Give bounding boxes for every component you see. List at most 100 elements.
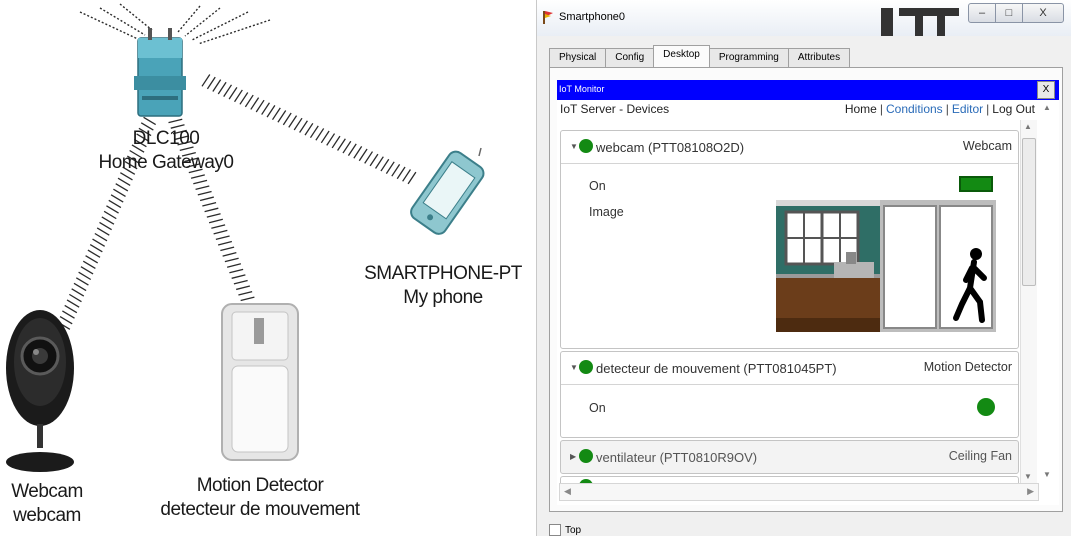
tab-attributes[interactable]: Attributes [787,48,851,68]
cable-segment [244,94,254,108]
tab-programming[interactable]: Programming [708,48,789,68]
outer-scroll-up-icon[interactable]: ▲ [1043,103,1051,112]
cable-segment [353,146,363,159]
cable-segment [212,79,222,92]
cable-segment [96,227,110,236]
cable-segment [238,290,253,296]
scroll-up-icon[interactable]: ▲ [1024,122,1032,131]
cable-segment [106,205,119,214]
cable-segment [101,216,115,225]
iot-monitor-titlebar: IoT Monitor X [557,80,1059,100]
field-label-image: Image [589,205,624,219]
tab-config[interactable]: Config [605,48,655,68]
smartphone-icon[interactable] [395,146,495,246]
cable-segment [89,244,103,253]
cable-segment [208,218,223,224]
motion-detector-icon[interactable] [218,300,302,464]
cable-segment [347,143,357,157]
expand-caret-icon[interactable]: ▼ [570,142,578,151]
window-titlebar[interactable]: Smartphone0 – □ X [537,0,1071,36]
nav-separator: | [879,102,883,116]
device-type: Motion Detector [923,360,1012,374]
cable-segment [199,196,214,202]
cable-segment [213,229,228,235]
cable-segment [288,115,298,128]
minimize-button[interactable]: – [968,3,996,23]
cable-segment [110,194,124,203]
top-checkbox-label: Top [565,524,582,536]
device-name: ventilateur (PTT0810R9OV) [596,450,758,465]
expand-caret-icon[interactable]: ▶ [570,452,576,461]
tab-physical[interactable]: Physical [549,48,607,68]
webcam-icon[interactable] [0,302,80,474]
cable-segment [206,76,216,90]
nav-separator: | [945,102,949,116]
cable-segment [236,285,251,291]
gateway-label-name: Home Gateway0 [98,152,234,173]
home-gateway-icon[interactable] [128,24,192,124]
expand-caret-icon[interactable]: ▼ [570,363,578,372]
cable-segment [223,84,233,97]
smartphone-window: Smartphone0 – □ X Physical Config Deskto… [536,0,1071,536]
nav-editor-link[interactable]: Editor [952,102,983,116]
cable-segment [309,125,319,139]
cable-segment [277,110,287,123]
top-checkbox[interactable]: Top [549,524,581,536]
network-topology: DLC100 Home Gateway0 SMARTPHONE-PT My ph… [0,0,540,536]
cable-segment [75,277,89,286]
smartphone-label-name: My phone [403,287,483,308]
on-toggle[interactable] [959,176,993,192]
cable-segment [342,140,352,154]
tab-desktop[interactable]: Desktop [653,45,710,68]
cable-segment [217,240,233,246]
cable-segment [204,207,219,213]
horizontal-scrollbar[interactable]: ◀ ▶ [559,483,1039,501]
cable-segment [217,81,227,95]
scrollbar-thumb[interactable] [1022,138,1036,286]
cable-segment [85,255,99,264]
cable-segment [113,188,126,198]
scroll-down-icon[interactable]: ▼ [1024,472,1032,481]
cable-segment [337,138,346,151]
cable-segment [385,161,395,174]
cable-segment [92,238,106,247]
device-card-header[interactable]: ▶ ventilateur (PTT0810R9OV) Ceiling Fan [561,441,1018,473]
cable-segment [374,156,384,169]
scroll-right-icon[interactable]: ▶ [1027,486,1034,497]
cable-segment [94,232,108,242]
cable-segment [80,266,94,275]
cable-segment [103,210,117,220]
page-header: IoT Server - Devices [560,102,670,116]
webcam-label: Webcam webcam [11,480,83,528]
device-card-header[interactable]: ▼ webcam (PTT08108O2D) Webcam [561,131,1018,164]
outer-scroll-down-icon[interactable]: ▼ [1043,470,1051,479]
cable-segment [299,120,308,133]
webcam-label-type: Webcam [11,481,83,502]
cable-segment [195,185,210,190]
nav-logout-link[interactable]: Log Out [992,102,1035,116]
nav-home-link[interactable]: Home [845,102,877,116]
cable-segment [202,201,217,207]
device-card-ceiling-fan: ▶ ventilateur (PTT0810R9OV) Ceiling Fan [560,440,1019,474]
window-background-artifact [881,8,959,36]
cable-segment [226,263,242,268]
cable-segment [293,117,303,131]
cable-segment [320,130,330,144]
top-checkbox-box[interactable] [549,524,561,536]
device-list-scrollbar[interactable]: ▲ ▼ [1020,120,1037,483]
iot-monitor-page: IoT Server - Devices Home | Conditions | Edi… [557,100,1059,505]
close-button[interactable]: X [1022,3,1064,23]
cable-segment [220,246,235,252]
scroll-left-icon[interactable]: ◀ [564,486,571,497]
cable-segment [369,153,379,167]
gateway-label-model: DLC100 [132,128,200,149]
device-card-header[interactable]: ▼ detecteur de mouvement (PTT081045PT) M… [561,352,1018,385]
cable-segment [233,279,248,285]
cable-segment [215,235,230,241]
nav-conditions-link[interactable]: Conditions [886,102,943,116]
cable-segment [231,274,246,279]
cable-segment [358,148,368,162]
iot-monitor-close-button[interactable]: X [1037,81,1055,99]
cable-segment [82,260,96,269]
maximize-button[interactable]: □ [995,3,1023,23]
